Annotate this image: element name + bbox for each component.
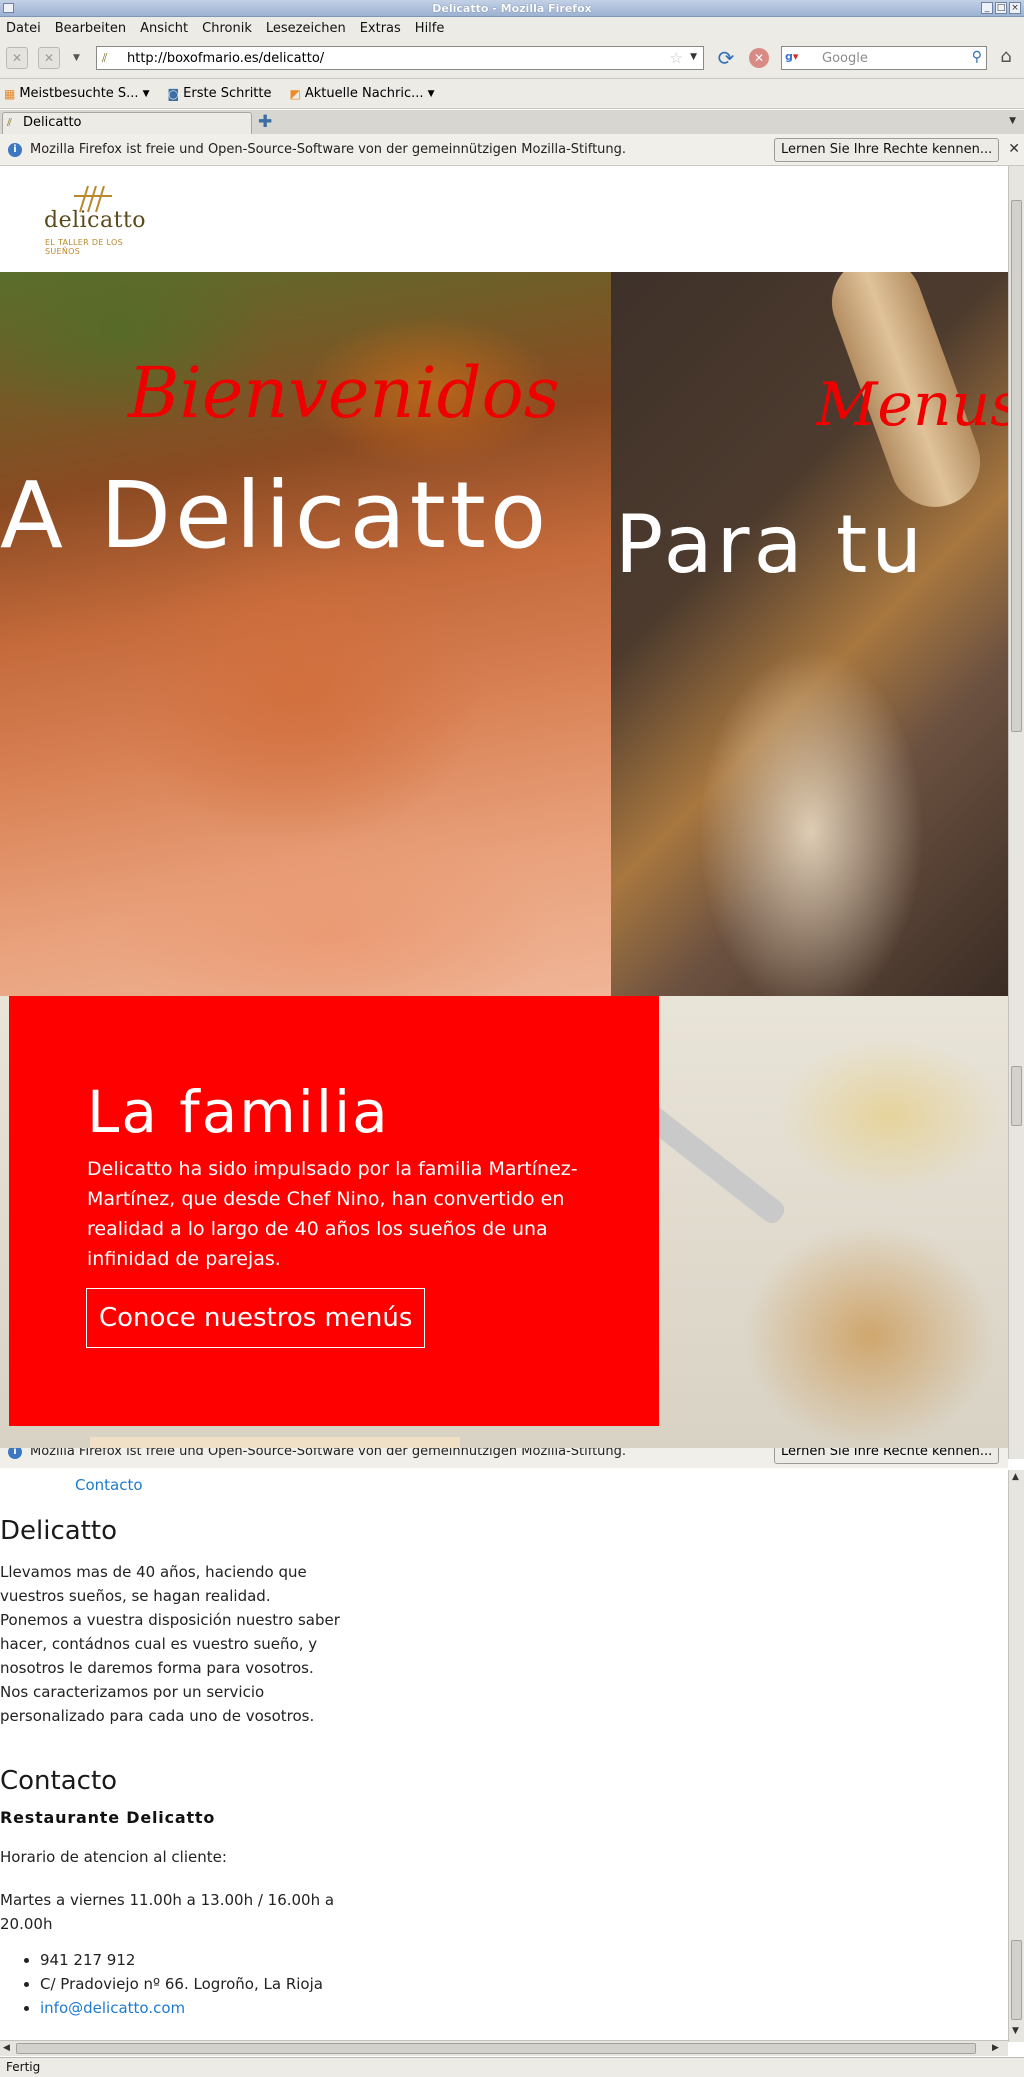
info-icon: i <box>8 1448 22 1459</box>
slide-script-title: Menus <box>816 370 1008 440</box>
hero-slide-menus: Menus Para tu <box>611 272 1008 996</box>
page-scrollbar-lower[interactable]: ▲ ▼ <box>1008 1470 1024 2042</box>
bookmark-label: Aktuelle Nachric... <box>304 86 424 101</box>
site-favicon-icon: ⫽ <box>102 51 108 65</box>
close-icon[interactable]: ✕ <box>1008 141 1020 157</box>
bookmark-label: Erste Schritte <box>183 86 272 101</box>
scroll-left-icon[interactable]: ◀ <box>3 2043 10 2053</box>
folder-icon: ▦ <box>4 86 16 101</box>
tab-delicatto[interactable]: ⫽ Delicatto <box>2 112 252 134</box>
new-tab-icon[interactable]: ✚ <box>258 114 272 131</box>
menu-chronik[interactable]: Chronik <box>202 21 252 36</box>
tab-strip: ⫽ Delicatto ✚ ▼ <box>0 110 1024 134</box>
info-icon: i <box>8 143 22 157</box>
stop-icon[interactable]: ✕ <box>749 48 769 68</box>
url-dropdown-icon[interactable]: ▼ <box>690 52 697 62</box>
horizontal-scrollbar[interactable]: ◀ ▶ <box>0 2040 1008 2056</box>
bookmark-label: Meistbesuchte S... <box>19 86 139 101</box>
about-heading: La familia <box>87 1078 390 1146</box>
hours-label: Horario de atencion al cliente: <box>0 1848 227 1866</box>
tab-label: Delicatto <box>23 115 82 130</box>
scrollbar-thumb-ghost <box>1011 1066 1022 1126</box>
page-viewport: delicatto EL TALLER DE LOS SUEÑOS Bienve… <box>0 166 1008 1459</box>
chevron-down-icon: ▼ <box>142 88 150 99</box>
hscrollbar-thumb[interactable] <box>16 2043 976 2054</box>
notification-message: Mozilla Firefox ist freie und Open-Sourc… <box>30 1448 627 1459</box>
page-content-lower: Contacto Delicatto Llevamos mas de 40 añ… <box>0 1468 1008 2038</box>
back-button[interactable]: ✕ <box>6 47 28 69</box>
hero-slider[interactable]: Bienvenidos A Delicatto Menus Para tu <box>0 272 1008 996</box>
minimize-icon[interactable]: _ <box>981 2 993 14</box>
history-dropdown-icon[interactable]: ▼ <box>73 53 80 63</box>
window-title: Delicatto - Mozilla Firefox <box>432 2 592 15</box>
contact-address: C/ Pradoviejo nº 66. Logroño, La Rioja <box>40 1972 323 1996</box>
bookmark-getting-started[interactable]: ◙ Erste Schritte <box>168 86 272 101</box>
section-title-delicatto: Delicatto <box>0 1516 117 1546</box>
about-text: Delicatto ha sido impulsado por la famil… <box>87 1158 578 1270</box>
close-window-icon[interactable]: × <box>1009 2 1021 14</box>
slide-headline: A Delicatto <box>0 462 551 569</box>
search-go-icon[interactable]: ⚲ <box>972 49 982 65</box>
learn-rights-button[interactable]: Lernen Sie Ihre Rechte kennen... <box>774 138 1000 162</box>
scroll-right-icon[interactable]: ▶ <box>992 2043 999 2053</box>
site-favicon-icon: ⫽ <box>7 116 12 129</box>
site-header: delicatto EL TALLER DE LOS SUEÑOS <box>0 166 1008 272</box>
menu-ansicht[interactable]: Ansicht <box>140 21 188 36</box>
page-icon: ◙ <box>167 86 180 101</box>
forward-button[interactable]: ✕ <box>38 47 60 69</box>
menu-bearbeiten[interactable]: Bearbeiten <box>55 21 126 36</box>
slide-headline: Para tu <box>615 498 927 591</box>
reload-icon[interactable]: ⟳ <box>714 46 738 70</box>
home-icon[interactable]: ⌂ <box>994 45 1018 69</box>
slide-script-title: Bienvenidos <box>128 352 560 434</box>
menu-lesezeichen[interactable]: Lesezeichen <box>266 21 346 36</box>
opening-hours: Martes a viernes 11.00h a 13.00h / 16.00… <box>0 1891 335 1933</box>
notification-bar-ghost: i Mozilla Firefox ist freie und Open-Sou… <box>0 1448 1008 1470</box>
chevron-down-icon: ▼ <box>427 88 435 99</box>
status-bar: Fertig <box>0 2057 1024 2077</box>
search-placeholder[interactable]: Google <box>822 51 868 66</box>
logo-wordmark: delicatto <box>44 208 147 233</box>
window-titlebar: Delicatto - Mozilla Firefox _ □ × <box>0 0 1024 17</box>
restaurant-name: Restaurante Delicatto <box>0 1808 216 1827</box>
nav-link-contact[interactable]: Contacto <box>75 1476 143 1494</box>
rss-icon: ◩ <box>289 86 301 101</box>
bookmarks-toolbar: ▦ Meistbesuchte S... ▼ ◙ Erste Schritte … <box>0 79 1024 109</box>
url-text[interactable]: http://boxofmario.es/delicatto/ <box>127 51 324 66</box>
bookmark-star-icon[interactable]: ☆ <box>670 49 683 67</box>
about-card: La familia Delicatto ha sido impulsado p… <box>9 996 659 1426</box>
menu-hilfe[interactable]: Hilfe <box>415 21 445 36</box>
page-scrollbar[interactable] <box>1008 166 1024 1459</box>
section-title-contact: Contacto <box>0 1766 118 1796</box>
search-engine-icon[interactable]: g▾ <box>785 50 819 66</box>
logo-tagline: EL TALLER DE LOS SUEÑOS <box>45 238 123 256</box>
scrollbar-thumb[interactable] <box>1011 1940 1022 2020</box>
scroll-up-icon[interactable]: ▲ <box>1012 1472 1019 1482</box>
contact-email-item: info@delicatto.com <box>40 1996 323 2020</box>
contact-phone: 941 217 912 <box>40 1948 323 1972</box>
url-bar[interactable]: ⫽ http://boxofmario.es/delicatto/ ☆ ▼ <box>96 46 704 70</box>
bookmark-latest-news[interactable]: ◩ Aktuelle Nachric... ▼ <box>290 86 435 101</box>
scroll-down-icon[interactable]: ▼ <box>1012 2026 1019 2036</box>
menu-extras[interactable]: Extras <box>360 21 401 36</box>
delicatto-description: Llevamos mas de 40 años, haciendo que vu… <box>0 1563 340 1725</box>
about-section: La familia Delicatto ha sido impulsado p… <box>0 996 1008 1459</box>
menus-cta-button[interactable]: Conoce nuestros menús <box>86 1288 426 1348</box>
notification-bar: i Mozilla Firefox ist freie und Open-Sou… <box>0 134 1024 166</box>
tab-list-dropdown-icon[interactable]: ▼ <box>1009 116 1016 126</box>
menu-datei[interactable]: Datei <box>6 21 41 36</box>
search-bar[interactable]: g▾ Google ⚲ <box>781 46 987 70</box>
email-link[interactable]: info@delicatto.com <box>40 1999 185 2017</box>
bookmark-most-visited[interactable]: ▦ Meistbesuchte S... ▼ <box>4 86 150 101</box>
notification-message: Mozilla Firefox ist freie und Open-Sourc… <box>30 142 627 157</box>
menu-bar: Datei Bearbeiten Ansicht Chronik Lesezei… <box>0 17 1024 39</box>
scrollbar-thumb[interactable] <box>1011 200 1022 732</box>
site-logo[interactable]: delicatto EL TALLER DE LOS SUEÑOS <box>40 184 160 256</box>
maximize-icon[interactable]: □ <box>995 2 1007 14</box>
contact-list: 941 217 912 C/ Pradoviejo nº 66. Logroño… <box>40 1948 323 2020</box>
learn-rights-button[interactable]: Lernen Sie Ihre Rechte kennen... <box>774 1448 1000 1464</box>
hero-slide-welcome: Bienvenidos A Delicatto <box>0 272 611 996</box>
